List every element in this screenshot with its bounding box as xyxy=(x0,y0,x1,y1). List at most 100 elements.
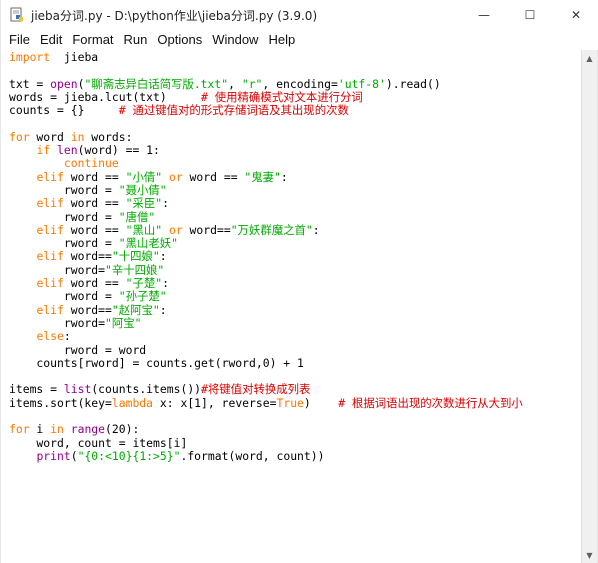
code-keyword: elif xyxy=(36,169,64,184)
code-line[interactable]: items.sort(key=lambda x: x[1], reverse=T… xyxy=(9,395,523,410)
maximize-button[interactable]: ☐ xyxy=(507,0,553,30)
code-line[interactable]: elif word == "小倩" or word == "鬼妻": xyxy=(9,169,523,184)
code-line[interactable]: import jieba xyxy=(9,50,523,64)
code-line[interactable]: elif word == "黑山" or word=="万妖群魔之首": xyxy=(9,222,523,237)
code-text-token: txt = xyxy=(9,76,51,91)
code-keyword: or xyxy=(168,222,183,237)
code-keyword: True xyxy=(276,395,304,410)
code-line[interactable]: if len(word) == 1: xyxy=(9,143,523,158)
code-line[interactable]: items = list(counts.items())#将键值对转换成列表 xyxy=(9,383,523,396)
maximize-icon: ☐ xyxy=(524,8,536,22)
code-line[interactable]: rword = word xyxy=(9,342,523,357)
menu-edit[interactable]: Edit xyxy=(35,30,67,50)
code-line[interactable]: rword="阿宝" xyxy=(9,315,523,330)
code-text-token: word== xyxy=(63,249,112,264)
window-title: jieba分词.py - D:\python作业\jieba分词.py (3.9… xyxy=(31,8,318,23)
vertical-scrollbar[interactable]: ▲ ▼ xyxy=(581,50,597,563)
code-keyword: in xyxy=(70,129,85,144)
menu-bar: File Edit Format Run Options Window Help xyxy=(1,30,598,50)
menu-options[interactable]: Options xyxy=(152,30,207,50)
code-builtin: range xyxy=(70,422,106,437)
menu-file[interactable]: File xyxy=(1,30,35,50)
code-line[interactable]: else: xyxy=(9,330,523,343)
code-line[interactable]: rword="辛十四娘" xyxy=(9,263,523,277)
menu-format[interactable]: Format xyxy=(67,30,118,50)
code-builtin: len xyxy=(57,143,78,158)
code-text-token: : xyxy=(63,329,71,344)
code-line[interactable]: word, count = items[i] xyxy=(9,436,523,450)
code-line[interactable]: counts = {} # 通过键值对的形式存储词语及其出现的次数 xyxy=(9,104,523,117)
close-button[interactable]: ✕ xyxy=(553,0,598,30)
code-line[interactable]: elif word=="赵阿宝": xyxy=(9,302,523,317)
code-line[interactable]: ​ xyxy=(9,370,523,383)
scroll-down-icon[interactable]: ▼ xyxy=(582,547,597,563)
code-text-token: word xyxy=(29,129,71,144)
code-text-token: items = xyxy=(9,382,64,397)
code-string: "万妖群魔之首" xyxy=(230,222,313,237)
code-text[interactable]: import jieba​txt = open("聊斋志异白话简写版.txt",… xyxy=(9,50,523,463)
code-line[interactable]: words = jieba.lcut(txt) # 使用精确模式对文本进行分词 xyxy=(9,89,523,104)
code-keyword: for xyxy=(9,129,30,144)
menu-help[interactable]: Help xyxy=(263,30,300,50)
python-file-icon xyxy=(9,7,25,23)
code-string: "{0:<10}{1:>5}" xyxy=(77,448,181,463)
code-text-token: ( xyxy=(70,448,78,463)
code-text-token: rword = xyxy=(9,289,119,304)
code-text-token: word == xyxy=(63,276,126,291)
code-comment: # 使用精确模式对文本进行分词 xyxy=(201,89,363,104)
code-line[interactable]: ​ xyxy=(9,64,523,77)
code-string: "黑山" xyxy=(125,222,163,237)
code-text-token: counts[rword] = counts.get(rword,0) + 1 xyxy=(9,355,304,370)
code-line[interactable]: elif word == "采臣": xyxy=(9,197,523,210)
title-bar[interactable]: jieba分词.py - D:\python作业\jieba分词.py (3.9… xyxy=(1,0,598,30)
code-line[interactable]: rword = "黑山老妖" xyxy=(9,237,523,250)
code-line[interactable]: txt = open("聊斋志异白话简写版.txt", "r", encodin… xyxy=(9,76,523,91)
code-text-token: rword = word xyxy=(9,342,147,357)
code-keyword: elif xyxy=(36,222,64,237)
code-line[interactable]: counts[rword] = counts.get(rword,0) + 1 xyxy=(9,355,523,370)
menu-run[interactable]: Run xyxy=(119,30,153,50)
code-text-token: words: xyxy=(84,129,133,144)
code-line[interactable]: rword = "唐僧" xyxy=(9,209,523,224)
code-keyword: in xyxy=(50,422,64,437)
code-text-token: rword= xyxy=(9,315,106,330)
scroll-up-icon[interactable]: ▲ xyxy=(582,50,597,66)
code-line[interactable]: for i in range(20): xyxy=(9,423,523,436)
code-text-token: rword = xyxy=(9,209,119,224)
code-line[interactable]: elif word=="十四娘": xyxy=(9,250,523,263)
code-line[interactable]: ​ xyxy=(9,117,523,130)
code-line[interactable]: ​ xyxy=(9,410,523,423)
code-comment: #将键值对转换成列表 xyxy=(201,382,311,397)
minimize-button[interactable]: — xyxy=(461,0,507,30)
code-text-token: (word) == 1: xyxy=(77,143,160,158)
code-line[interactable]: rword = "孙子楚" xyxy=(9,290,523,303)
code-line[interactable]: elif word == "子楚": xyxy=(9,276,523,291)
code-editor[interactable]: import jieba​txt = open("聊斋志异白话简写版.txt",… xyxy=(1,50,583,563)
code-line[interactable]: print("{0:<10}{1:>5}".format(word, count… xyxy=(9,448,523,463)
code-text-token: : xyxy=(159,302,167,317)
code-line[interactable]: rword = "聂小倩" xyxy=(9,182,523,197)
menu-window[interactable]: Window xyxy=(207,30,263,50)
code-text-token: items.sort(key= xyxy=(9,395,112,410)
code-text-token: word== xyxy=(182,222,231,237)
code-text-token: rword = xyxy=(9,182,119,197)
code-keyword: or xyxy=(168,169,183,184)
code-text-token: ) xyxy=(303,395,339,410)
code-text-token: : xyxy=(312,222,320,237)
code-string: "唐僧" xyxy=(118,209,156,224)
code-text-token: (counts.items()) xyxy=(91,382,202,397)
code-line[interactable]: continue xyxy=(9,157,523,170)
code-line[interactable]: for word in words: xyxy=(9,129,523,144)
code-text-token: rword = xyxy=(9,236,119,251)
code-string: 'utf-8' xyxy=(337,76,386,91)
code-keyword: if xyxy=(36,143,51,158)
code-text-token: , encoding= xyxy=(262,76,338,91)
